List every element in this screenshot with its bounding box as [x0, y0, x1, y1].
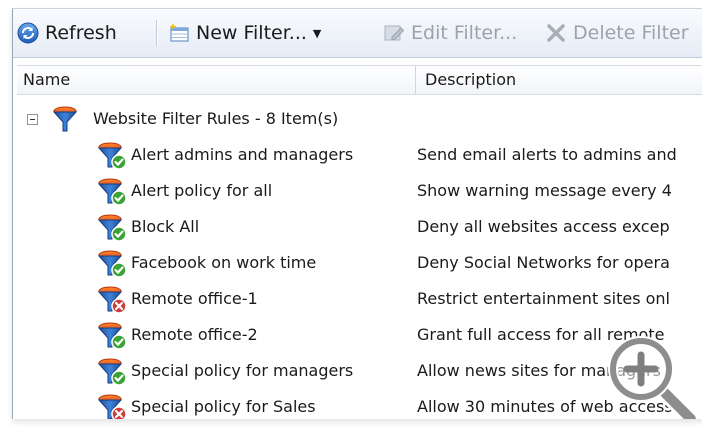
- column-header-name[interactable]: Name: [23, 66, 70, 94]
- rule-description: Show warning message every 4: [417, 181, 672, 200]
- new-filter-button[interactable]: New Filter... ▼: [168, 19, 321, 47]
- rule-name: Block All: [131, 217, 200, 236]
- rule-name: Special policy for managers: [131, 361, 354, 380]
- rule-enabled-icon: [97, 178, 127, 206]
- group-label: Website Filter Rules - 8 Item(s): [93, 109, 339, 128]
- refresh-icon: [17, 22, 39, 44]
- delete-filter-button[interactable]: Delete Filter: [545, 19, 689, 47]
- rule-disabled-icon: [97, 286, 127, 314]
- rule-row[interactable]: Alert policy for all Show warning messag…: [17, 173, 702, 209]
- rule-description: Deny Social Networks for opera: [417, 253, 670, 272]
- rule-row[interactable]: Remote office-2 Grant full access for al…: [17, 317, 702, 353]
- refresh-label: Refresh: [45, 22, 117, 44]
- refresh-button[interactable]: Refresh: [17, 19, 117, 47]
- rule-name: Special policy for Sales: [131, 397, 316, 416]
- filter-funnel-icon: [52, 106, 78, 132]
- rule-enabled-icon: [97, 358, 127, 386]
- delete-filter-label: Delete Filter: [573, 22, 689, 44]
- edit-filter-button[interactable]: Edit Filter...: [383, 19, 517, 47]
- rule-name: Facebook on work time: [131, 253, 317, 272]
- rule-row[interactable]: Block All Deny all websites access excep: [17, 209, 702, 245]
- filter-rules-window: Refresh New Filter... ▼ Edit Filter... D…: [12, 8, 702, 419]
- edit-filter-label: Edit Filter...: [411, 22, 518, 44]
- rule-row[interactable]: Remote office-1 Restrict entertainment s…: [17, 281, 702, 317]
- toolbar: Refresh New Filter... ▼ Edit Filter... D…: [13, 9, 702, 58]
- column-header-description[interactable]: Description: [425, 66, 516, 94]
- new-filter-label: New Filter...: [196, 22, 307, 44]
- rule-disabled-icon: [97, 394, 127, 419]
- rule-enabled-icon: [97, 322, 127, 350]
- group-row[interactable]: Website Filter Rules - 8 Item(s): [17, 101, 702, 137]
- rule-row[interactable]: Special policy for Sales Allow 30 minute…: [17, 389, 702, 419]
- column-divider[interactable]: [415, 66, 416, 94]
- rule-description: Send email alerts to admins and: [417, 145, 677, 164]
- rule-name: Remote office-2: [131, 325, 258, 344]
- chevron-down-icon[interactable]: ▼: [313, 27, 321, 40]
- toolbar-separator: [156, 20, 158, 46]
- rule-row[interactable]: Alert admins and managers Send email ale…: [17, 137, 702, 173]
- column-header: Name Description: [17, 65, 702, 95]
- edit-filter-icon: [384, 25, 405, 41]
- rule-description: Deny all websites access excep: [417, 217, 670, 236]
- rule-name: Remote office-1: [131, 289, 258, 308]
- collapse-toggle[interactable]: [27, 114, 38, 125]
- rule-row[interactable]: Facebook on work time Deny Social Networ…: [17, 245, 702, 281]
- rule-enabled-icon: [97, 142, 127, 170]
- rule-enabled-icon: [97, 214, 127, 242]
- rule-row[interactable]: Special policy for managers Allow news s…: [17, 353, 702, 389]
- rule-description: Restrict entertainment sites onl: [417, 289, 670, 308]
- new-filter-icon: [169, 23, 189, 42]
- delete-icon: [547, 24, 565, 42]
- rule-name: Alert admins and managers: [131, 145, 354, 164]
- zoom-in-icon[interactable]: [603, 331, 702, 419]
- rule-name: Alert policy for all: [131, 181, 273, 200]
- rule-enabled-icon: [97, 250, 127, 278]
